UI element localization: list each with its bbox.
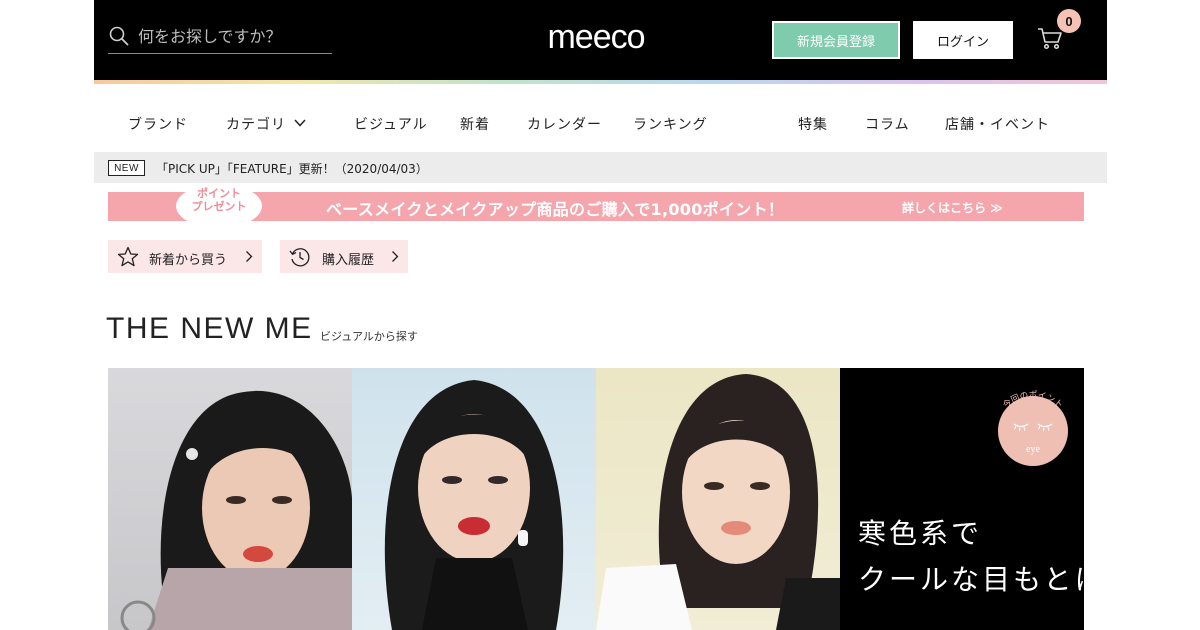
model-portrait-image [384,380,564,630]
visual-photo-1[interactable] [108,368,352,630]
nav-item-ranking[interactable]: ランキング [633,114,708,134]
model-portrait-image [596,374,840,630]
visual-photo-3[interactable] [596,368,840,630]
visual-headline-line2: クールな目もとに [858,563,1084,596]
nav-item-visual[interactable]: ビジュアル [354,114,428,134]
promo-more-link[interactable]: 詳しくはこちら ≫ [902,199,1003,216]
chevron-right-icon [392,251,399,262]
cart-count-badge: 0 [1057,9,1081,33]
site-header: meeco 新規会員登録 ログイン 0 [94,0,1107,80]
shop-new-arrivals-button[interactable]: 新着から買う [108,240,262,273]
news-bar[interactable]: NEW 「PICK UP」「FEATURE」更新！（2020/04/03） [94,152,1107,183]
badge-word: eye [1026,444,1040,455]
badge-arc-label: 今回のポイント [1001,390,1065,410]
news-text[interactable]: 「PICK UP」「FEATURE」更新！（2020/04/03） [156,160,428,177]
promo-badge-line1: ポイント [197,187,241,200]
search-bar[interactable] [108,18,332,54]
nav-item-new[interactable]: 新着 [460,114,490,134]
register-button[interactable]: 新規会員登録 [772,21,900,59]
nav-item-column[interactable]: コラム [865,114,910,134]
meeco-logo[interactable]: meeco [532,20,660,56]
section-subtitle[interactable]: ビジュアルから探す [320,328,418,344]
nav-item-brand[interactable]: ブランド [128,114,188,134]
promo-badge-line2: プレゼント [191,200,247,213]
main-nav: ブランド カテゴリ ビジュアル 新着 カレンダー ランキング 特集 コラム 店舗… [94,84,1107,152]
site-container: meeco 新規会員登録 ログイン 0 ブランド カテゴリ ビジュアル 新着 カ… [94,0,1107,630]
login-button[interactable]: ログイン [913,21,1013,59]
search-icon[interactable] [108,25,130,47]
nav-item-category[interactable]: カテゴリ [226,114,286,134]
chevron-right-icon [246,251,253,262]
visual-photo-2[interactable] [352,368,596,630]
purchase-history-label: 購入履歴 [322,253,375,268]
section-title: THE NEW ME [106,312,313,345]
promo-banner[interactable]: ポイント プレゼント ベースメイクとメイクアップ商品のご購入で1,000ポイント… [108,184,1084,228]
search-input[interactable] [138,22,328,50]
promo-text: ベースメイクとメイクアップ商品のご購入で1,000ポイント！ [326,200,785,219]
nav-item-feature[interactable]: 特集 [798,114,828,134]
visual-headline-line1: 寒色系で [858,517,983,550]
purchase-history-button[interactable]: 購入履歴 [280,240,408,273]
model-portrait-image [120,390,352,630]
shop-new-arrivals-label: 新着から買う [149,253,228,268]
svg-text:今回のポイント: 今回のポイント [1001,390,1065,410]
eyelash-icon [1013,423,1053,432]
nav-item-calendar[interactable]: カレンダー [527,114,602,134]
promo-badge-text: ポイント プレゼント [176,187,262,213]
history-icon [289,248,310,267]
logo-text: meeco [547,20,644,56]
nav-item-store-event[interactable]: 店舗・イベント [945,114,1050,134]
new-badge: NEW [108,160,145,176]
chevron-down-icon[interactable] [294,118,306,128]
visual-text-panel[interactable]: 今回のポイント eye 寒色系で クールな目もとに [840,368,1084,630]
star-icon [117,246,139,267]
